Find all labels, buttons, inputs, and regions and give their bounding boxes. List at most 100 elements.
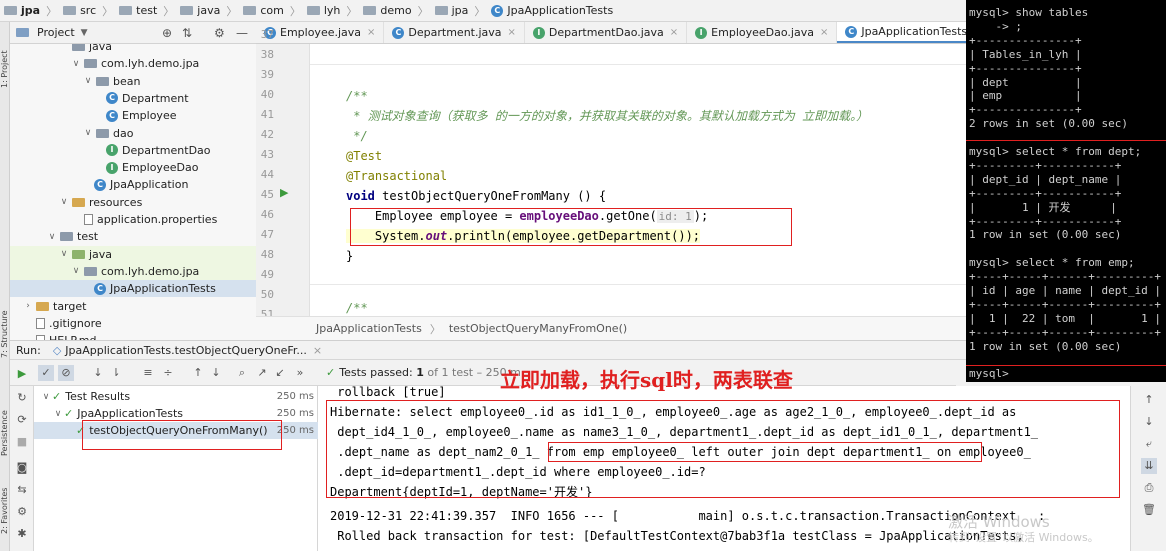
tree-item[interactable]: I EmployeeDao [10,159,256,176]
chevron-down-icon[interactable]: ∨ [46,232,58,242]
mysql-terminal[interactable]: mysql> show tables -> ; +---------------+… [966,0,1166,382]
tree-item-label: target [53,299,87,313]
tree-item[interactable]: › target [10,298,256,315]
breadcrumb-item-jpa-package[interactable]: jpa [434,4,468,17]
pin-icon[interactable]: ✱ [14,526,30,542]
line-number: 48 [260,248,274,261]
breadcrumb-item-com[interactable]: com [243,4,284,17]
tree-item[interactable]: C JpaApplicationTests [10,280,256,298]
tree-item[interactable]: ∨ com.lyh.demo.jpa [10,55,256,72]
sort-duration-icon[interactable]: ⇂ [108,365,124,381]
export-icon[interactable]: ↗ [254,365,270,381]
breadcrumb-item-test[interactable]: test [119,4,157,17]
tree-item[interactable]: .gitignore [10,315,256,332]
tool-tab-persistence[interactable]: Persistence [0,392,10,456]
tree-item[interactable]: java [10,44,256,55]
print-icon[interactable]: ⎙ [1141,480,1157,496]
locate-icon[interactable]: ⊕ [162,26,172,40]
tree-item[interactable]: C JpaApplication [10,176,256,193]
tree-item[interactable]: application.properties [10,211,256,228]
chevron-right-icon[interactable]: › [22,301,34,311]
project-panel-title[interactable]: Project [37,26,75,39]
test-result-label: JpaApplicationTests [77,407,184,420]
scroll-to-end-icon[interactable]: ⇊ [1141,458,1157,474]
breadcrumb-item-java[interactable]: java [180,4,220,17]
line-number: 49 [260,268,274,281]
more-icon[interactable]: » [292,365,308,381]
chevron-down-icon[interactable]: ∨ [70,266,82,276]
tab-employeedao-java[interactable]: I EmployeeDao.java × [687,22,838,43]
tree-item[interactable]: ∨ com.lyh.demo.jpa [10,262,256,280]
chevron-down-icon[interactable]: ∨ [82,128,94,138]
editor-crumb-class[interactable]: JpaApplicationTests [316,322,422,335]
tree-item[interactable]: ∨ resources [10,194,256,211]
terminal-line: +---------------+ [969,33,1082,47]
tree-item[interactable]: ∨ dao [10,125,256,142]
editor-crumb-method[interactable]: testObjectQueryManyFromOne() [449,322,627,335]
tool-tab-structure[interactable]: 7: Structure [0,292,10,358]
tree-item[interactable]: C Employee [10,107,256,124]
breadcrumb-item-jpa[interactable]: jpa [4,4,40,17]
previous-icon[interactable]: ↑ [190,365,206,381]
test-result-row[interactable]: ∨ ✓ Test Results 250 ms [34,388,318,405]
tree-item[interactable]: ∨ java [10,245,256,263]
stop-icon[interactable]: ■ [14,434,30,450]
tool-tab-favorites[interactable]: 2: Favorites [0,470,10,534]
chevron-down-icon[interactable]: ∨ [70,59,82,69]
import-icon[interactable]: ↙ [272,365,288,381]
rerun-icon[interactable]: ▶ [14,366,30,382]
rerun-failed-icon[interactable]: ↻ [14,390,30,406]
settings-icon[interactable]: ⚙ [14,504,30,520]
close-icon[interactable]: × [508,27,516,38]
chevron-down-icon[interactable]: ∨ [52,409,64,419]
sort-alpha-icon[interactable]: ↓ [90,365,106,381]
chevron-down-icon[interactable]: ∨ [58,197,70,207]
tab-jpaapplicationtests-java[interactable]: CJpaApplicationTests.java× [837,22,966,43]
tab-departmentdao-java[interactable]: I DepartmentDao.java × [525,22,688,43]
breadcrumb-item-demo[interactable]: demo [363,4,412,17]
collapse-all-icon[interactable]: ÷ [160,365,176,381]
search-icon[interactable]: ⌕ [234,365,250,381]
tab-employee-java[interactable]: C Employee.java × [256,22,385,43]
close-icon[interactable]: × [367,27,375,38]
breadcrumb-item-src[interactable]: src [63,4,96,17]
next-icon[interactable]: ↓ [208,365,224,381]
soft-wrap-icon[interactable]: ⤶ [1141,436,1157,452]
show-ignored-icon[interactable]: ⊘ [58,365,74,381]
close-icon[interactable]: × [820,27,828,38]
chevron-down-icon[interactable]: ∨ [58,249,70,259]
breadcrumb-item-lyh[interactable]: lyh [306,4,340,17]
collapse-all-icon[interactable]: ⇅ [182,26,192,40]
tree-item[interactable]: ∨ bean [10,73,256,90]
clear-all-icon[interactable]: 🗑 [1141,502,1157,518]
code-editor[interactable]: /** * 测试对象查询（获取多 的一方的对象，并获取其关联的对象。其默认加载方… [310,44,966,316]
tree-item[interactable]: C Department [10,90,256,107]
gear-icon[interactable]: ⚙ [214,26,225,40]
scroll-down-icon[interactable]: ↓ [1141,414,1157,430]
breadcrumb-item-class[interactable]: C JpaApplicationTests [491,4,613,17]
show-passed-icon[interactable]: ✓ [38,365,54,381]
hide-icon[interactable]: — [236,26,248,40]
package-icon [84,59,97,69]
tab-department-java[interactable]: C Department.java × [384,22,525,43]
test-result-row[interactable]: ∨ ✓ JpaApplicationTests 250 ms [34,405,318,422]
expand-all-icon[interactable]: ≡ [140,365,156,381]
tool-tab-project[interactable]: 1: Project [0,28,10,88]
scroll-up-icon[interactable]: ↑ [1141,392,1157,408]
toggle-auto-test-icon[interactable]: ⟳ [14,412,30,428]
close-icon[interactable]: × [670,27,678,38]
chevron-right-icon: 〉 [163,4,175,18]
run-side-tools: ▶ ↻ ⟳ ■ ◙ ⇆ ⚙ ✱ [10,367,34,551]
run-config-tab[interactable]: JpaApplicationTests.testObjectQueryOneFr… [65,344,307,357]
tree-item[interactable]: I DepartmentDao [10,142,256,159]
code-line-48: } [346,249,354,263]
chevron-down-icon[interactable]: ∨ [82,76,94,86]
close-icon[interactable]: × [313,344,322,357]
run-test-icon[interactable]: ▶ [280,186,288,199]
test-result-row[interactable]: ✓ testObjectQueryOneFromMany() 250 ms [34,422,318,439]
tree-item[interactable]: ∨ test [10,228,256,245]
screenshot-icon[interactable]: ◙ [14,460,30,476]
chevron-down-icon[interactable]: ∨ [40,392,52,402]
dropdown-arrow-icon[interactable]: ▼ [81,28,88,38]
layout-icon[interactable]: ⇆ [14,482,30,498]
